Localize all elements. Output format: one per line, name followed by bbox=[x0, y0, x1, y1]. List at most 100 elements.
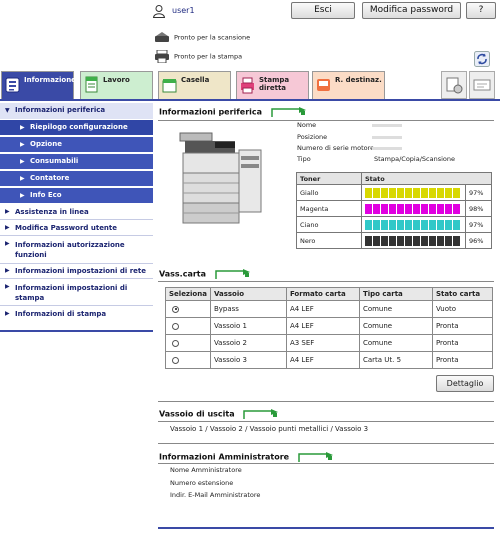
scan-status-text: Pronto per la scansione bbox=[174, 33, 251, 42]
col-status: Stato carta bbox=[431, 287, 494, 301]
divider bbox=[0, 305, 153, 306]
tab-address-book[interactable]: R. destinaz. bbox=[312, 71, 385, 99]
tray-type: Comune bbox=[358, 334, 433, 352]
device-type-label: Tipo bbox=[297, 155, 311, 163]
toner-percent: 96% bbox=[465, 232, 492, 249]
tray-size: A4 LEF bbox=[285, 300, 360, 318]
device-image bbox=[175, 128, 270, 228]
tray-select-cell bbox=[165, 334, 211, 352]
divider bbox=[0, 278, 153, 279]
device-name-label: Nome bbox=[297, 121, 317, 129]
sidebar-item-device-info[interactable]: ▼ Informazioni periferica bbox=[0, 103, 153, 119]
tray-tray: Vassoio 1 bbox=[209, 317, 287, 335]
tab-job[interactable]: Lavoro bbox=[80, 71, 153, 99]
toner-row: Ciano 97% bbox=[296, 216, 492, 233]
scan-status: Pronto per la scansione bbox=[154, 31, 250, 44]
sidebar-item-config-summary[interactable]: ▶ Riepilogo configurazione bbox=[0, 120, 153, 136]
sidebar-bottom-divider bbox=[0, 330, 153, 332]
device-settings-icon bbox=[446, 77, 463, 94]
main-bottom-divider bbox=[158, 527, 494, 529]
status-header: Stato bbox=[361, 172, 492, 185]
section-flag-icon bbox=[243, 409, 279, 419]
display-toggle-button[interactable] bbox=[469, 71, 495, 99]
output-trays-value: Vassoio 1 / Vassoio 2 / Vassoio punti me… bbox=[170, 425, 369, 433]
col-select: Seleziona bbox=[165, 287, 211, 301]
divider bbox=[0, 263, 153, 264]
tray-select-cell bbox=[165, 351, 211, 369]
device-name-value bbox=[372, 124, 402, 127]
toner-name: Giallo bbox=[296, 184, 362, 201]
tray-radio[interactable] bbox=[172, 339, 179, 347]
refresh-icon[interactable] bbox=[474, 51, 490, 67]
device-type-value: Stampa/Copia/Scansione bbox=[374, 155, 455, 163]
tab-bar: Informazione Lavoro Casella Stampa diret… bbox=[0, 71, 500, 99]
admin-title: Informazioni Amministratore bbox=[159, 452, 290, 462]
direct-print-icon bbox=[240, 76, 255, 94]
chevron-right-icon: ▶ bbox=[5, 310, 10, 317]
section-divider bbox=[158, 421, 494, 422]
tray-status: Pronta bbox=[431, 334, 494, 352]
tab-direct-print[interactable]: Stampa diretta bbox=[236, 71, 309, 99]
trays-title: Vass.carta bbox=[159, 269, 207, 279]
toner-row: Nero 96% bbox=[296, 232, 492, 249]
tray-row[interactable]: Bypass A4 LEF Comune Vuoto bbox=[165, 300, 494, 318]
toner-percent: 97% bbox=[465, 216, 492, 233]
tray-tray: Vassoio 2 bbox=[209, 334, 287, 352]
change-password-button[interactable]: Modifica password bbox=[362, 2, 461, 19]
tray-status: Pronta bbox=[431, 317, 494, 335]
tray-size: A3 SEF bbox=[285, 334, 360, 352]
help-button[interactable]: ? bbox=[466, 2, 496, 19]
toner-level-bar bbox=[361, 200, 466, 217]
toner-percent: 97% bbox=[465, 184, 492, 201]
col-type: Tipo carta bbox=[358, 287, 433, 301]
tray-row[interactable]: Vassoio 3 A4 LEF Carta Ut. 5 Pronta bbox=[165, 351, 494, 369]
trays-section: Vass.carta bbox=[159, 268, 251, 280]
chevron-right-icon: ▶ bbox=[5, 283, 10, 290]
job-icon bbox=[84, 76, 99, 94]
tray-radio[interactable] bbox=[172, 305, 179, 313]
sidebar-item-eco[interactable]: ▶ Info Eco bbox=[0, 188, 153, 204]
device-settings-button[interactable] bbox=[441, 71, 467, 99]
toner-header: Toner bbox=[296, 172, 362, 185]
col-tray: Vassoio bbox=[209, 287, 287, 301]
tray-row[interactable]: Vassoio 2 A3 SEF Comune Pronta bbox=[165, 334, 494, 352]
toner-name: Magenta bbox=[296, 200, 362, 217]
tray-select-cell bbox=[165, 317, 211, 335]
sidebar-item-option[interactable]: ▶ Opzione bbox=[0, 137, 153, 153]
admin-name-label: Nome Amministratore bbox=[170, 466, 242, 474]
device-info-section: Informazioni periferica bbox=[159, 106, 307, 118]
tray-select-cell bbox=[165, 300, 211, 318]
device-location-label: Posizione bbox=[297, 133, 328, 141]
detail-button[interactable]: Dettaglio bbox=[436, 375, 494, 392]
printer-icon bbox=[154, 49, 170, 64]
toner-level-bar bbox=[361, 184, 466, 201]
print-status: Pronto per la stampa bbox=[154, 49, 242, 64]
trays-table: Seleziona Vassoio Formato carta Tipo car… bbox=[165, 287, 494, 369]
tray-size: A4 LEF bbox=[285, 351, 360, 369]
sidebar-item-consumables[interactable]: ▶ Consumabili bbox=[0, 154, 153, 170]
logout-button[interactable]: Esci bbox=[291, 2, 355, 19]
tray-row[interactable]: Vassoio 1 A4 LEF Comune Pronta bbox=[165, 317, 494, 335]
sidebar-item-counter[interactable]: ▶ Contatore bbox=[0, 171, 153, 187]
device-info-title: Informazioni periferica bbox=[159, 107, 263, 117]
chevron-right-icon: ▶ bbox=[20, 158, 25, 165]
user-name: user1 bbox=[172, 6, 195, 15]
section-divider bbox=[158, 281, 494, 282]
tray-radio[interactable] bbox=[172, 322, 179, 330]
tray-size: A4 LEF bbox=[285, 317, 360, 335]
output-title: Vassoio di uscita bbox=[159, 409, 235, 419]
chevron-right-icon: ▶ bbox=[20, 192, 25, 199]
device-serial-value bbox=[372, 147, 402, 150]
admin-email-label: Indir. E-Mail Amministratore bbox=[170, 491, 261, 499]
output-section: Vassoio di uscita bbox=[159, 408, 279, 420]
chevron-right-icon: ▶ bbox=[5, 240, 10, 247]
chevron-right-icon: ▶ bbox=[5, 267, 10, 274]
tab-box[interactable]: Casella bbox=[158, 71, 231, 99]
address-book-icon bbox=[316, 76, 331, 94]
box-icon bbox=[162, 76, 177, 94]
tab-information[interactable]: Informazione bbox=[1, 71, 76, 99]
tray-radio[interactable] bbox=[172, 356, 179, 364]
chevron-right-icon: ▶ bbox=[5, 208, 10, 215]
display-icon bbox=[473, 79, 491, 91]
chevron-right-icon: ▶ bbox=[20, 175, 25, 182]
